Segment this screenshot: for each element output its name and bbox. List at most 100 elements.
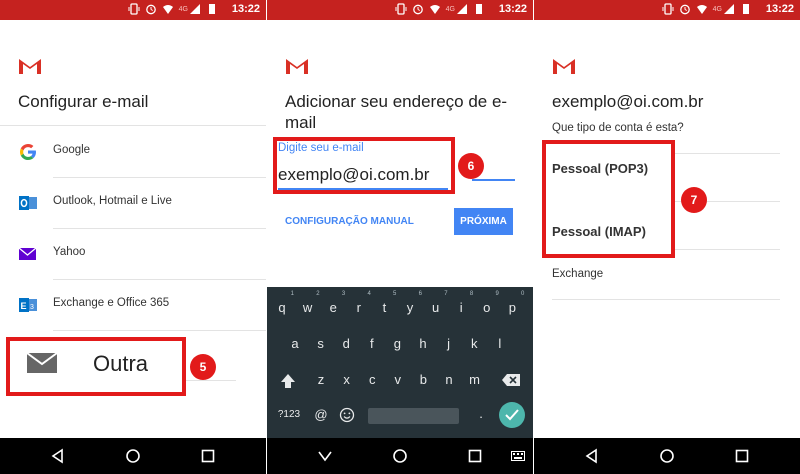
next-button[interactable]: PRÓXIMA: [454, 208, 513, 235]
manual-config-button[interactable]: CONFIGURAÇÃO MANUAL: [285, 216, 414, 227]
divider: [674, 153, 780, 154]
divider: [552, 299, 780, 300]
key-r[interactable]: r4: [350, 291, 371, 315]
backspace-icon[interactable]: [501, 373, 521, 387]
key-m[interactable]: m: [466, 372, 484, 387]
key-b[interactable]: b: [414, 372, 432, 387]
key-n[interactable]: n: [440, 372, 458, 387]
key-v[interactable]: v: [389, 372, 407, 387]
key-label: v: [394, 372, 402, 387]
home-icon[interactable]: [392, 448, 408, 464]
step-badge: 7: [681, 187, 707, 213]
space-key[interactable]: [368, 408, 459, 424]
wifi-icon: [429, 5, 440, 14]
key-j[interactable]: j: [440, 336, 458, 351]
key-c[interactable]: c: [363, 372, 381, 387]
key-label: n: [445, 372, 453, 387]
at-key[interactable]: @: [312, 407, 330, 422]
back-icon[interactable]: [50, 448, 66, 464]
vibrate-icon: [662, 3, 674, 15]
gmail-logo-icon: [553, 59, 575, 74]
divider: [186, 380, 236, 381]
nav-bar: [0, 438, 266, 474]
step-badge: 5: [190, 354, 216, 380]
key-u[interactable]: u7: [427, 291, 448, 315]
key-label: h: [419, 336, 427, 351]
battery-icon: [209, 4, 215, 14]
divider: [674, 249, 780, 250]
option-exchange[interactable]: Exchange: [552, 268, 603, 280]
key-p[interactable]: p0: [503, 291, 525, 315]
key-number-hint: 8: [469, 291, 474, 297]
provider-yahoo[interactable]: Yahoo: [18, 228, 266, 279]
provider-label: Outlook, Hotmail e Live: [53, 195, 172, 207]
recents-icon[interactable]: [200, 448, 216, 464]
annotation-box: [273, 137, 455, 194]
period-key[interactable]: .: [472, 406, 490, 421]
key-k[interactable]: k: [465, 336, 483, 351]
outlook-icon: [19, 196, 37, 210]
alarm-icon: [412, 4, 423, 15]
key-number-hint: 3: [341, 291, 346, 297]
key-y[interactable]: y6: [401, 291, 422, 315]
key-label: f: [369, 336, 374, 351]
key-x[interactable]: x: [338, 372, 356, 387]
status-bar: 4G 13:22: [267, 0, 533, 20]
key-number-hint: 6: [418, 291, 422, 297]
key-label: e: [329, 300, 337, 315]
key-label: l: [498, 336, 502, 351]
screen-add-email: 4G 13:22 Adicionar seu endereço de e- ma…: [267, 0, 533, 474]
back-icon[interactable]: [584, 448, 600, 464]
key-h[interactable]: h: [414, 336, 432, 351]
gmail-logo-icon: [19, 59, 41, 74]
annotation-box: [6, 337, 186, 396]
key-w[interactable]: w2: [299, 291, 320, 315]
hide-keyboard-icon[interactable]: [317, 448, 333, 464]
status-bar: 4G 13:22: [0, 0, 266, 20]
keyboard-switch-icon[interactable]: [511, 451, 525, 461]
key-label: q: [278, 300, 286, 315]
emoji-icon[interactable]: [339, 407, 355, 423]
provider-google[interactable]: Google: [18, 126, 266, 177]
nav-bar: [534, 438, 800, 474]
key-label: b: [419, 372, 427, 387]
key-f[interactable]: f: [363, 336, 381, 351]
page-title-line2: mail: [285, 113, 317, 132]
shift-icon[interactable]: [280, 373, 296, 389]
recents-icon[interactable]: [467, 448, 483, 464]
key-label: g: [393, 336, 401, 351]
key-label: u: [431, 300, 440, 315]
screen-configure-email: 4G 13:22 Configurar e-mail Google Outloo…: [0, 0, 266, 474]
key-q[interactable]: q1: [273, 291, 294, 315]
key-a[interactable]: a: [286, 336, 304, 351]
key-label: a: [291, 336, 299, 351]
key-label: o: [483, 300, 491, 315]
enter-key[interactable]: [499, 402, 525, 428]
key-number-hint: 9: [495, 291, 499, 297]
home-icon[interactable]: [125, 448, 141, 464]
symbols-key[interactable]: ?123: [275, 409, 303, 420]
key-l[interactable]: l: [491, 336, 509, 351]
provider-outlook[interactable]: Outlook, Hotmail e Live: [18, 177, 266, 228]
soft-keyboard: q1w2e3r4t5y6u7i8o9p0 asdfghjkl zxcvbnm ?…: [267, 287, 533, 438]
key-g[interactable]: g: [388, 336, 406, 351]
step-badge: 6: [458, 153, 484, 179]
key-d[interactable]: d: [337, 336, 355, 351]
key-t[interactable]: t5: [375, 291, 397, 315]
account-email: exemplo@oi.com.br: [552, 92, 704, 111]
key-number-hint: 1: [290, 291, 294, 297]
status-time: 13:22: [765, 3, 794, 15]
key-o[interactable]: o9: [478, 291, 499, 315]
key-e[interactable]: e3: [324, 291, 346, 315]
email-field-underline: [472, 179, 515, 181]
key-label: r: [356, 300, 361, 315]
provider-exchange[interactable]: E 3 Exchange e Office 365: [18, 279, 266, 330]
key-i[interactable]: i8: [452, 291, 473, 315]
key-z[interactable]: z: [312, 372, 330, 387]
vibrate-icon: [128, 3, 140, 15]
key-s[interactable]: s: [312, 336, 330, 351]
key-label: k: [470, 336, 478, 351]
recents-icon[interactable]: [734, 448, 750, 464]
google-icon: [20, 144, 36, 160]
home-icon[interactable]: [659, 448, 675, 464]
